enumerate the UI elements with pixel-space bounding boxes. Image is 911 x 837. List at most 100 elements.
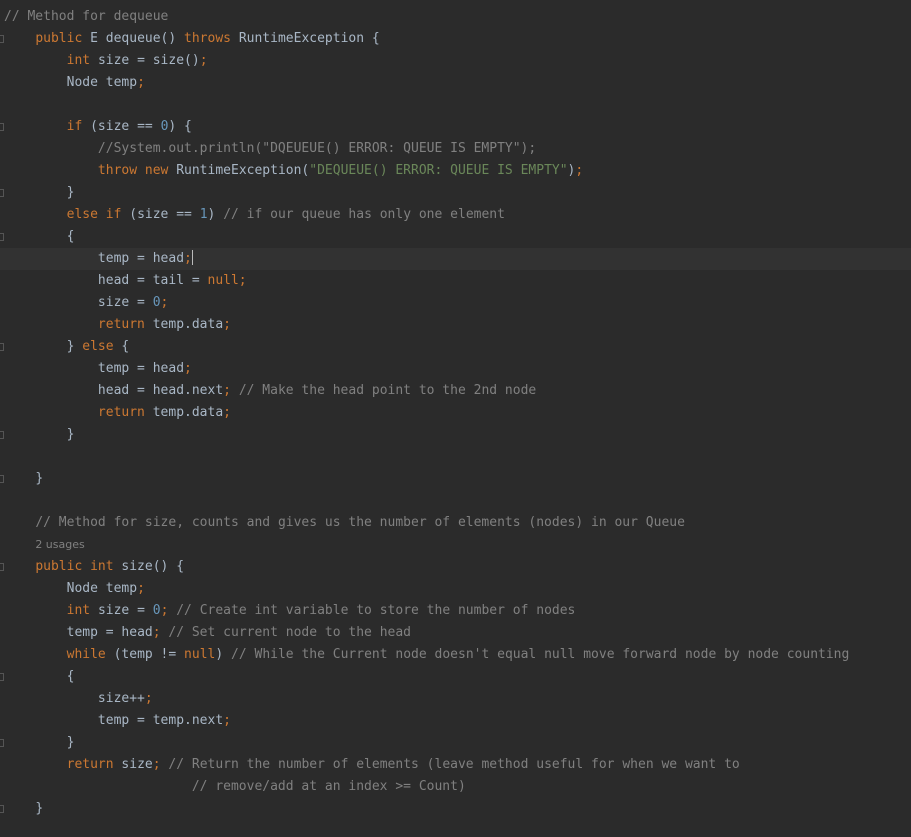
code-line[interactable]: return size; // Return the number of ele… (0, 754, 911, 776)
code-token: int (66, 53, 98, 68)
code-line[interactable]: { (0, 226, 911, 248)
code-line[interactable]: public E dequeue() throws RuntimeExcepti… (0, 28, 911, 50)
code-token: (size == (90, 119, 161, 134)
code-line[interactable]: Node temp; (0, 72, 911, 94)
code-text: size++; (4, 688, 153, 710)
code-line[interactable]: public int size() { (0, 556, 911, 578)
code-line[interactable]: Node temp; (0, 578, 911, 600)
text-caret (191, 250, 193, 265)
code-line[interactable]: // Method for dequeue (0, 6, 911, 28)
code-token: // Return the number of elements (leave … (168, 757, 740, 772)
code-token: while (66, 647, 114, 662)
code-text: head = head.next; // Make the head point… (4, 380, 536, 402)
code-text: return temp.data; (4, 402, 231, 424)
code-text: } (4, 182, 75, 204)
code-token: size() { (121, 559, 185, 574)
code-token: ; (184, 251, 192, 266)
code-token: else if (66, 207, 130, 222)
code-editor[interactable]: // Method for dequeue public E dequeue()… (0, 0, 911, 837)
code-text: // Method for size, counts and gives us … (4, 512, 685, 534)
code-line[interactable]: while (temp != null) // While the Curren… (0, 644, 911, 666)
code-text: int size = size(); (4, 50, 208, 72)
code-line[interactable]: int size = 0; // Create int variable to … (0, 600, 911, 622)
code-token: ; (160, 295, 169, 310)
current-code-line[interactable]: temp = head; (0, 248, 911, 270)
code-token: ) { (168, 119, 192, 134)
code-token: ; (575, 163, 584, 178)
code-token: RuntimeException { (238, 31, 380, 46)
code-line[interactable] (0, 490, 911, 512)
code-token: { (121, 339, 130, 354)
code-token: return (66, 757, 122, 772)
usages-hint[interactable]: 2 usages (0, 534, 911, 556)
code-line[interactable]: size = 0; (0, 292, 911, 314)
code-line[interactable]: } else { (0, 336, 911, 358)
code-text: // remove/add at an index >= Count) (4, 776, 466, 798)
code-token: // Set current node to the head (168, 625, 412, 640)
code-line[interactable]: // remove/add at an index >= Count) (0, 776, 911, 798)
code-token: //System.out.println("DQEUEUE() ERROR: Q… (97, 141, 537, 156)
code-token: throw new (97, 163, 177, 178)
code-token: // Create int variable to store the numb… (176, 603, 576, 618)
code-token: throws (184, 31, 239, 46)
code-token: size (121, 757, 153, 772)
code-text: while (temp != null) // While the Curren… (4, 644, 850, 666)
code-line[interactable]: size++; (0, 688, 911, 710)
code-token: head = head.next (97, 383, 224, 398)
code-line[interactable]: head = tail = null; (0, 270, 911, 292)
code-line[interactable]: temp = head; (0, 358, 911, 380)
code-line[interactable]: { (0, 666, 911, 688)
code-text: } (4, 732, 75, 754)
code-line[interactable]: // Method for size, counts and gives us … (0, 512, 911, 534)
code-line[interactable]: } (0, 798, 911, 820)
code-text: public E dequeue() throws RuntimeExcepti… (4, 28, 380, 50)
code-token: { (66, 229, 75, 244)
code-token: ) (215, 647, 232, 662)
code-text: return temp.data; (4, 314, 231, 336)
code-text: { (4, 666, 75, 688)
code-token: if (66, 119, 91, 134)
code-line[interactable]: return temp.data; (0, 314, 911, 336)
code-line[interactable]: int size = size(); (0, 50, 911, 72)
usages-label[interactable]: 2 usages (35, 538, 84, 551)
code-line[interactable]: throw new RuntimeException("DEQUEUE() ER… (0, 160, 911, 182)
code-line[interactable]: } (0, 468, 911, 490)
code-text: int size = 0; // Create int variable to … (4, 600, 576, 622)
code-line[interactable] (0, 94, 911, 116)
code-token: E dequeue() (90, 31, 185, 46)
code-token: // if our queue has only one element (223, 207, 505, 222)
code-line[interactable]: temp = head; // Set current node to the … (0, 622, 911, 644)
code-text: throw new RuntimeException("DEQUEUE() ER… (4, 160, 583, 182)
code-line[interactable]: if (size == 0) { (0, 116, 911, 138)
code-line[interactable]: else if (size == 1) // if our queue has … (0, 204, 911, 226)
code-token: } (35, 471, 44, 486)
code-text: } (4, 424, 75, 446)
code-token: ; (223, 405, 231, 420)
code-line[interactable]: } (0, 424, 911, 446)
code-token: // Method for dequeue (4, 9, 169, 24)
code-line[interactable]: } (0, 732, 911, 754)
code-token: { (66, 669, 75, 684)
code-line[interactable]: return temp.data; (0, 402, 911, 424)
code-token: // While the Current node doesn't equal … (231, 647, 850, 662)
code-text: temp = temp.next; (4, 710, 231, 732)
code-token: // remove/add at an index >= Count) (191, 779, 466, 794)
code-token: ; (223, 383, 239, 398)
code-token: 0 (152, 295, 161, 310)
code-text: } else { (4, 336, 130, 358)
code-line[interactable]: head = head.next; // Make the head point… (0, 380, 911, 402)
code-token: (temp != (113, 647, 185, 662)
code-line[interactable]: //System.out.println("DQEUEUE() ERROR: Q… (0, 138, 911, 160)
code-text: public int size() { (4, 556, 184, 578)
code-token: temp = head (66, 625, 153, 640)
code-text: if (size == 0) { (4, 116, 192, 138)
code-token: return (97, 405, 153, 420)
code-line[interactable] (0, 446, 911, 468)
code-token: ; (184, 361, 192, 376)
code-line[interactable]: } (0, 182, 911, 204)
code-token: size = size() (97, 53, 200, 68)
code-token: temp.data (152, 317, 224, 332)
code-token: ; (223, 713, 231, 728)
code-token: ; (199, 53, 208, 68)
code-line[interactable]: temp = temp.next; (0, 710, 911, 732)
